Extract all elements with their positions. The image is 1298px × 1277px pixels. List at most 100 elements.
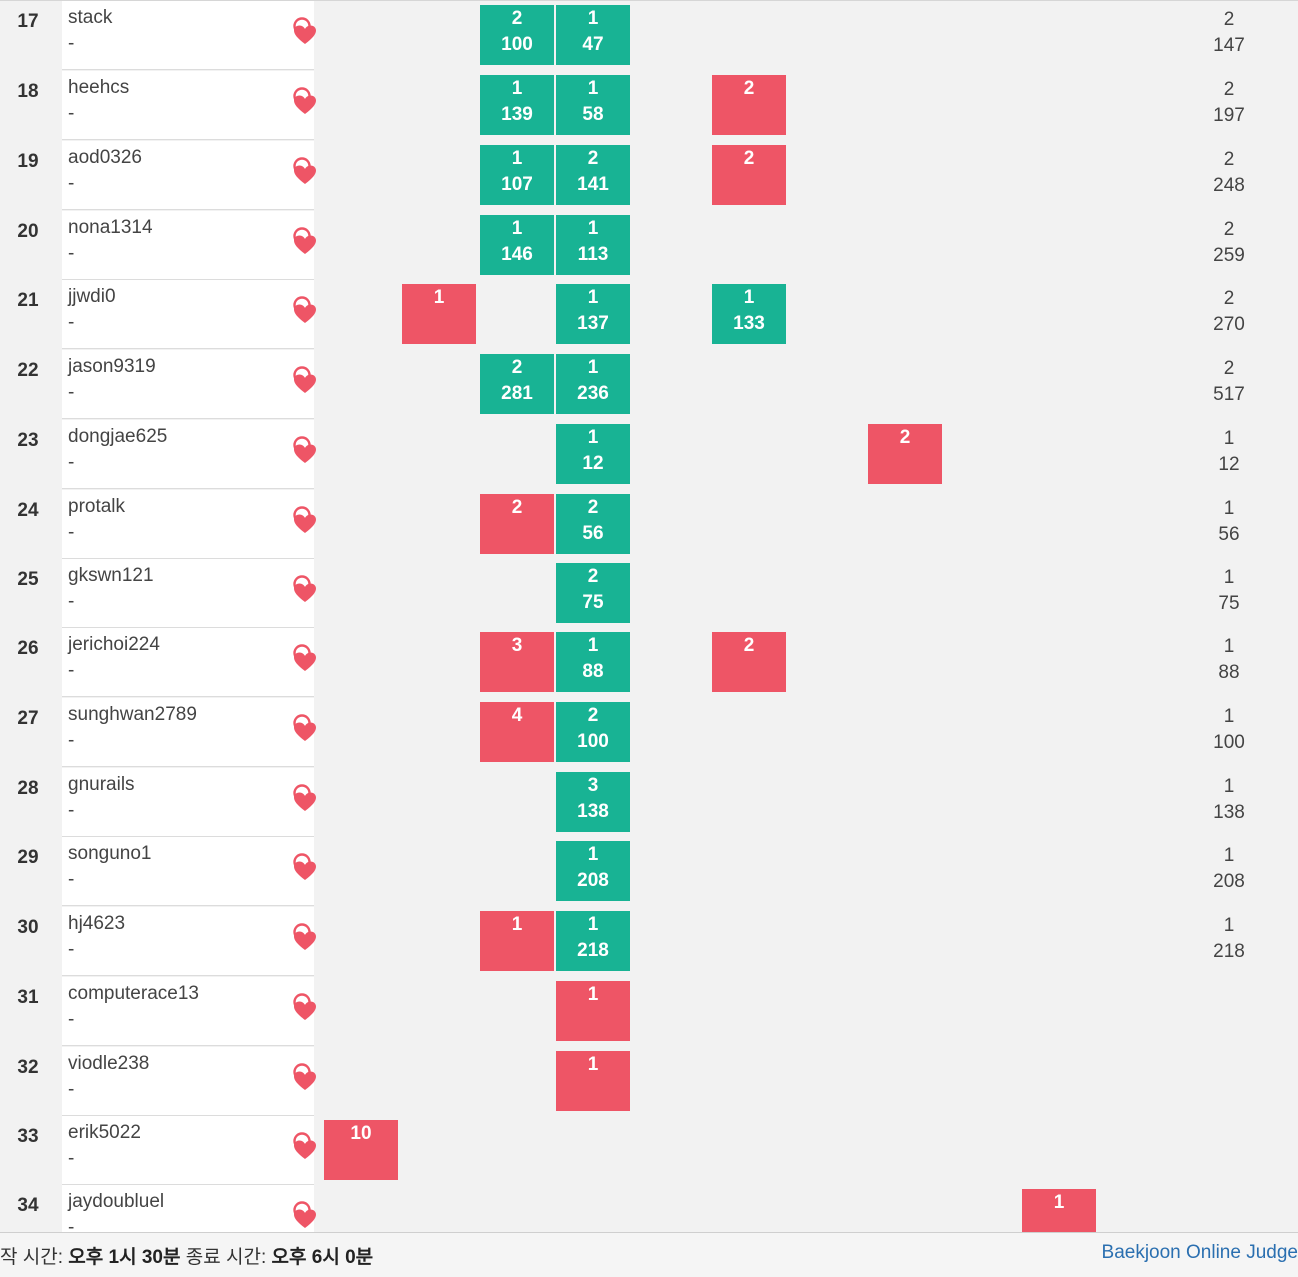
solve-time: 113 <box>577 244 609 265</box>
attempts-count: 3 <box>587 775 599 796</box>
username-link[interactable]: stack <box>68 7 112 29</box>
heart-lock-icon[interactable] <box>292 851 318 881</box>
username-link[interactable]: erik5022 <box>68 1122 141 1144</box>
attempts-count: 1 <box>587 635 599 656</box>
rank-number: 21 <box>17 290 39 311</box>
table-row: 33 erik5022 - 10 <box>0 1116 1298 1186</box>
user-cell: aod0326 - <box>62 141 316 210</box>
attempts-count: 1 <box>587 8 599 29</box>
rank-number: 17 <box>17 11 39 32</box>
user-cell: jerichoi224 - <box>62 628 316 697</box>
table-row: 31 computerace13 - 1 <box>0 977 1298 1047</box>
heart-lock-icon[interactable] <box>292 364 318 394</box>
heart-lock-icon[interactable] <box>292 782 318 812</box>
solve-time: 107 <box>501 174 533 195</box>
solved-count: 1 <box>1223 776 1235 797</box>
school-text: - <box>68 452 75 473</box>
start-time-value: 오후 1시 30분 <box>68 1247 181 1268</box>
attempts-count: 2 <box>743 148 755 169</box>
heart-lock-icon[interactable] <box>292 712 318 742</box>
heart-lock-icon[interactable] <box>292 921 318 951</box>
attempts-count: 1 <box>511 148 523 169</box>
username-link[interactable]: gnurails <box>68 774 135 796</box>
username-link[interactable]: nona1314 <box>68 217 153 239</box>
heart-lock-icon[interactable] <box>292 85 318 115</box>
username-link[interactable]: sunghwan2789 <box>68 704 197 726</box>
username-link[interactable]: songuno1 <box>68 843 151 865</box>
heart-lock-icon[interactable] <box>292 225 318 255</box>
username-link[interactable]: heehcs <box>68 77 129 99</box>
wrong-attempts-cell: 2 <box>712 75 786 135</box>
username-link[interactable]: gkswn121 <box>68 565 154 587</box>
table-row: 23 dongjae625-1 12 2 1 12 <box>0 420 1298 490</box>
attempts-count: 1 <box>587 914 599 935</box>
total-score: 1 218 <box>1190 913 1268 965</box>
accepted-cell: 2 281 <box>480 354 554 414</box>
username-link[interactable]: jaydoubluel <box>68 1191 164 1213</box>
solve-time: 133 <box>733 313 765 334</box>
accepted-cell: 1 137 <box>556 284 630 344</box>
attempts-count: 2 <box>511 8 523 29</box>
penalty-time: 197 <box>1213 105 1245 126</box>
user-cell: sunghwan2789 - <box>62 698 316 767</box>
attempts-count: 2 <box>587 497 599 518</box>
attempts-count: 10 <box>350 1123 372 1144</box>
heart-lock-icon[interactable] <box>292 991 318 1021</box>
penalty-time: 147 <box>1213 35 1245 56</box>
username-link[interactable]: jjwdi0 <box>68 286 116 308</box>
rank-number: 18 <box>17 81 39 102</box>
heart-lock-icon[interactable] <box>292 504 318 534</box>
username-link[interactable]: protalk <box>68 496 125 518</box>
heart-lock-icon[interactable] <box>292 642 318 672</box>
total-score: 1 88 <box>1190 634 1268 686</box>
username-link[interactable]: jerichoi224 <box>68 634 160 656</box>
rank-number: 30 <box>17 917 39 938</box>
username-link[interactable]: aod0326 <box>68 147 142 169</box>
heart-lock-icon[interactable] <box>292 434 318 464</box>
username-link[interactable]: hj4623 <box>68 913 125 935</box>
accepted-cell: 3 138 <box>556 772 630 832</box>
wrong-attempts-cell: 2 <box>712 632 786 692</box>
heart-lock-icon[interactable] <box>292 1199 318 1229</box>
heart-lock-icon[interactable] <box>292 15 318 45</box>
penalty-time: 517 <box>1213 384 1245 405</box>
total-score: 2 270 <box>1190 286 1268 338</box>
total-score: 2 197 <box>1190 77 1268 129</box>
wrong-attempts-cell: 1 <box>480 911 554 971</box>
username-link[interactable]: dongjae625 <box>68 426 167 448</box>
username-link[interactable]: computerace13 <box>68 983 199 1005</box>
heart-lock-icon[interactable] <box>292 573 318 603</box>
heart-lock-icon[interactable] <box>292 294 318 324</box>
attempts-count: 1 <box>587 357 599 378</box>
solve-time: 75 <box>582 592 604 613</box>
user-cell: gnurails - <box>62 768 316 837</box>
school-text: - <box>68 312 75 333</box>
solved-count: 2 <box>1223 219 1235 240</box>
accepted-cell: 1 208 <box>556 841 630 901</box>
user-cell: hj4623 - <box>62 907 316 976</box>
total-score: 1 138 <box>1190 774 1268 826</box>
attempts-count: 2 <box>743 78 755 99</box>
solve-time: 56 <box>582 523 604 544</box>
brand-link[interactable]: Baekjoon Online Judge <box>1102 1242 1298 1264</box>
solve-time: 58 <box>582 104 604 125</box>
wrong-attempts-cell: 10 <box>324 1120 398 1180</box>
school-text: - <box>68 591 75 612</box>
rank-number: 31 <box>17 987 39 1008</box>
attempts-count: 1 <box>511 78 523 99</box>
accepted-cell: 1 47 <box>556 5 630 65</box>
username-link[interactable]: jason9319 <box>68 356 156 378</box>
rank-number: 20 <box>17 221 39 242</box>
attempts-count: 1 <box>433 287 445 308</box>
rank-number: 28 <box>17 778 39 799</box>
table-row: 25 gkswn121-2 75 1 75 <box>0 559 1298 629</box>
heart-lock-icon[interactable] <box>292 1130 318 1160</box>
attempts-count: 2 <box>899 427 911 448</box>
heart-lock-icon[interactable] <box>292 1061 318 1091</box>
username-link[interactable]: viodle238 <box>68 1053 149 1075</box>
accepted-cell: 1 12 <box>556 424 630 484</box>
heart-lock-icon[interactable] <box>292 155 318 185</box>
school-text: - <box>68 243 75 264</box>
table-row: 17 stack -2 100 1 47 2 147 <box>0 1 1298 71</box>
rank-number: 32 <box>17 1057 39 1078</box>
